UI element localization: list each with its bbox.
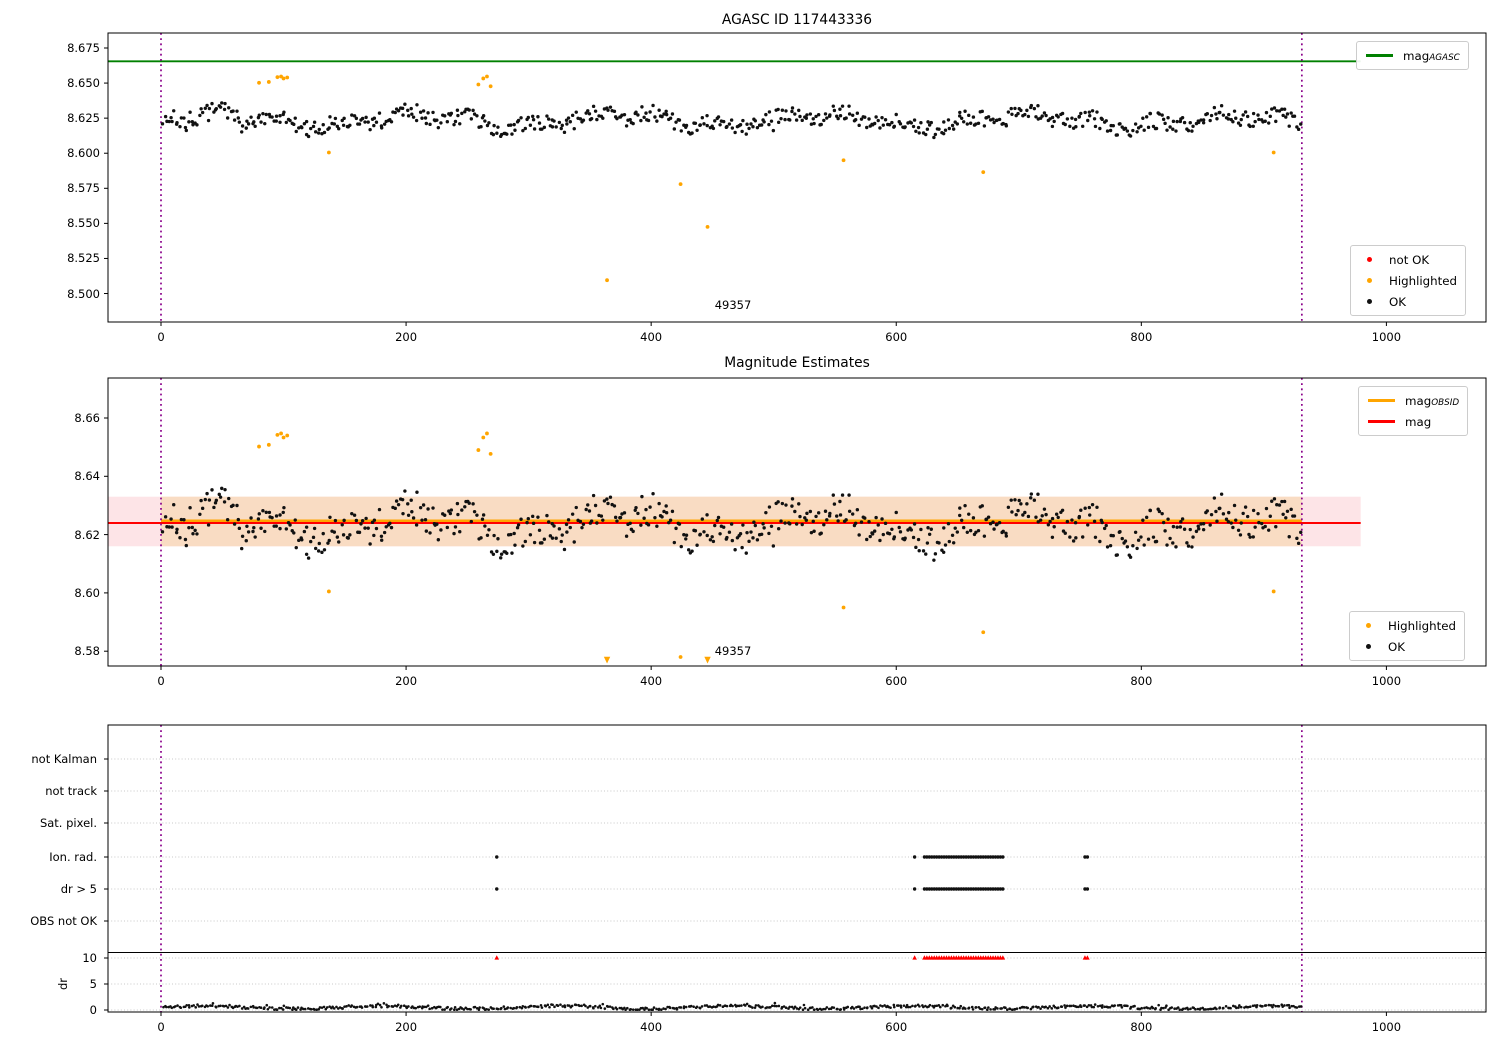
plot-title-magnitude-estimates: Magnitude Estimates [724,355,870,371]
flag-category-label: Sat. pixel. [39,816,97,830]
y-tick-label: 8.62 [74,527,100,542]
legend-label: mag [1405,393,1432,408]
x-tick-label: 1000 [1371,330,1402,344]
legend-label: not OK [1389,252,1430,267]
flag-category-label: Ion. rad. [49,850,97,864]
x-tick-label: 200 [395,330,418,344]
flag-category-label: OBS not OK [30,914,97,928]
dr-tick-label: 5 [89,977,97,991]
legend-dot-swatch-black_marker [1366,644,1371,649]
agasc-mag-stats-figure: AGASC ID 117443336 Magnitude Estimates 4… [0,0,1500,1050]
x-tick-label: 0 [157,674,165,688]
plots-canvas [104,32,1487,1016]
y-tick-label: 8.575 [67,181,100,196]
dr-clipped-markers [494,955,1090,960]
flag-markers [495,855,1090,891]
legend-entry: Highlighted [1353,270,1457,291]
flags-gridlines [108,758,1486,1011]
y-tick-label: 8.625 [67,111,100,126]
legend-dot-swatch-red [1367,257,1372,262]
x-tick-label: 600 [885,1020,908,1034]
x-tick-label: 200 [395,1020,418,1034]
legend-line-swatch-orange [1368,398,1395,403]
legend-entry: OK [1352,636,1456,657]
legend-label: OK [1389,294,1407,309]
y-tick-label: 8.525 [67,251,100,266]
plot1-highlighted-scatter [257,74,1276,283]
plot1-ok-scatter [160,101,1303,140]
x-tick-label: 800 [1130,674,1153,688]
y-tick-label: 8.58 [74,644,100,659]
legend-mag-lines: mag OBSID mag [1358,386,1469,436]
legend-entry: not OK [1353,249,1457,270]
y-tick-label: 8.550 [67,216,100,231]
legend-label-subscript: AGASC [1429,53,1460,63]
x-tick-label: 1000 [1371,674,1402,688]
legend-entry: mag OBSID [1361,390,1459,411]
y-tick-label: 8.60 [74,585,100,600]
y-tick-label: 8.600 [67,146,100,161]
x-tick-label: 0 [157,1020,165,1034]
y-tick-label: 8.64 [74,469,100,484]
x-tick-label: 1000 [1371,1020,1402,1034]
legend-point-status-mid: Highlighted OK [1349,611,1466,661]
legend-label: mag [1405,414,1432,429]
dr-tick-label: 10 [82,951,97,965]
legend-label: Highlighted [1389,273,1458,288]
dr-tick-label: 0 [89,1003,97,1017]
legend-line-swatch-green [1366,54,1393,57]
x-tick-label: 400 [640,674,663,688]
y-tick-label: 8.650 [67,76,100,91]
legend-point-status-top: not OK Highlighted OK [1350,245,1467,316]
legend-dot-swatch-black_marker [1367,299,1372,304]
legend-entry: mag AGASC [1359,45,1460,66]
plot2-highlighted-scatter [257,431,1276,664]
legend-dot-swatch-orange [1367,278,1372,283]
x-tick-label: 600 [885,674,908,688]
x-tick-label: 800 [1130,330,1153,344]
legend-entry: mag [1361,411,1459,432]
legend-mag-agasc: mag AGASC [1356,41,1469,70]
x-tick-label: 0 [157,330,165,344]
legend-label: mag [1403,48,1430,63]
y-tick-label: 8.500 [67,286,100,301]
x-tick-label: 600 [885,330,908,344]
flag-category-label: dr > 5 [60,882,97,896]
legend-label-subscript: OBSID [1431,398,1460,408]
legend-entry: OK [1353,291,1457,312]
legend-label: Highlighted [1388,618,1457,633]
legend-label: OK [1388,639,1406,654]
x-tick-label: 800 [1130,1020,1153,1034]
x-tick-label: 400 [640,330,663,344]
y-tick-label: 8.675 [67,41,100,55]
obsid-annotation-middle-plot: 49357 [714,644,752,658]
legend-line-swatch-red [1368,420,1395,423]
x-tick-label: 200 [395,674,418,688]
y-tick-label: 8.66 [74,411,100,425]
legend-dot-swatch-orange [1366,623,1371,628]
plot-title-agasc-id: AGASC ID 117443336 [721,12,873,28]
legend-entry: Highlighted [1352,615,1456,636]
flag-category-label: not track [45,784,97,798]
x-tick-label: 400 [640,1020,663,1034]
obsid-annotation-top-plot: 49357 [714,298,752,312]
flag-category-label: not Kalman [31,752,97,766]
